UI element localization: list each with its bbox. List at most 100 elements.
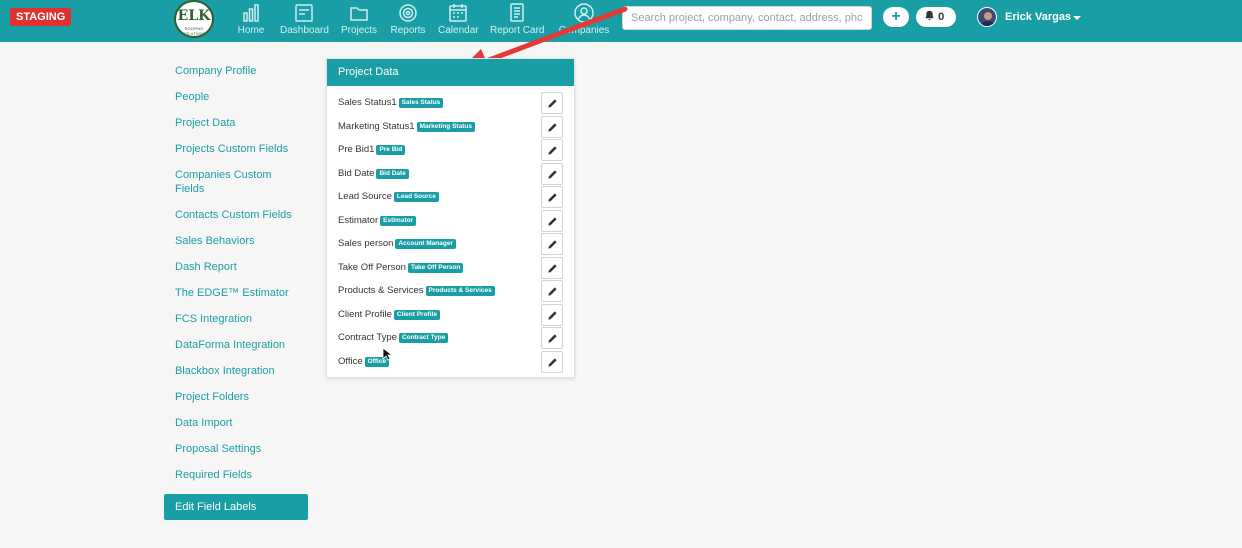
field-label: Products & Services Products & Services bbox=[338, 285, 495, 296]
avatar[interactable] bbox=[977, 7, 997, 27]
pencil-icon bbox=[548, 240, 557, 249]
field-original-badge: Sales Status bbox=[398, 98, 444, 108]
edit-button[interactable] bbox=[541, 327, 563, 349]
edit-button[interactable] bbox=[541, 162, 563, 185]
field-label-text: Client Profile bbox=[338, 308, 392, 320]
field-label-row: Sales Status1 Sales Status bbox=[327, 91, 574, 115]
nav-label: Home bbox=[237, 25, 265, 36]
staging-badge: STAGING bbox=[10, 8, 72, 26]
field-label-text: Sales Status1 bbox=[338, 97, 397, 108]
dashboard-icon bbox=[295, 4, 313, 22]
bar-chart-icon bbox=[243, 4, 259, 22]
pencil-icon bbox=[548, 193, 557, 202]
edit-button[interactable] bbox=[541, 209, 563, 232]
edit-button[interactable] bbox=[541, 350, 563, 373]
field-label: Client Profile Client Profile bbox=[338, 309, 440, 320]
field-original-badge: Account Manager bbox=[395, 239, 456, 249]
field-original-badge: Take Off Person bbox=[407, 262, 464, 273]
edit-button[interactable] bbox=[541, 280, 563, 302]
field-label-row: Pre Bid1 Pre Bid bbox=[327, 138, 574, 162]
sidebar-item-edit-field-labels[interactable]: Edit Field Labels bbox=[164, 494, 308, 520]
nav-home[interactable]: Home bbox=[236, 0, 266, 42]
add-button[interactable]: + bbox=[883, 7, 909, 27]
pencil-icon bbox=[548, 310, 557, 320]
project-data-panel: Project Data Sales Status1 Sales Status Ma… bbox=[326, 58, 575, 378]
sidebar-item-blackbox-integration[interactable]: Blackbox Integration bbox=[164, 358, 308, 384]
field-label-row: Take Off Person Take Off Person bbox=[327, 256, 574, 280]
field-label-row: Bid Date Bid Date bbox=[327, 162, 574, 186]
field-label: Lead Source Lead Source bbox=[338, 191, 439, 202]
bell-icon bbox=[925, 10, 934, 21]
sidebar-item-fcs-integration[interactable]: FCS Integration bbox=[164, 306, 308, 332]
sidebar-item-project-folders[interactable]: Project Folders bbox=[164, 384, 308, 410]
pencil-icon bbox=[548, 263, 557, 273]
field-label-text: Estimator bbox=[338, 214, 379, 226]
sidebar-item-dataforma-integration[interactable]: DataForma Integration bbox=[164, 332, 308, 358]
edit-button[interactable] bbox=[541, 256, 563, 279]
sidebar-item-data-import[interactable]: Data Import bbox=[164, 410, 308, 436]
nav-projects[interactable]: Projects bbox=[340, 0, 378, 42]
sidebar-item-sales-behaviors[interactable]: Sales Behaviors bbox=[164, 228, 308, 254]
field-label-row: Client Profile Client Profile bbox=[327, 303, 574, 327]
settings-sidebar: Company Profile People Project Data Proj… bbox=[164, 58, 308, 520]
mouse-cursor-icon bbox=[382, 347, 392, 361]
field-label: Sales person Account Manager bbox=[338, 238, 456, 249]
sidebar-item-required-fields[interactable]: Required Fields bbox=[164, 462, 308, 488]
sidebar-item-people[interactable]: People bbox=[164, 84, 308, 110]
field-label-row: Lead Source Lead Source bbox=[327, 185, 574, 209]
field-label-text: Lead Source bbox=[338, 191, 392, 202]
nav-reports[interactable]: Reports bbox=[390, 0, 426, 42]
field-label-text: Pre Bid1 bbox=[338, 144, 375, 155]
chevron-down-icon[interactable] bbox=[1073, 16, 1081, 20]
user-name[interactable]: Erick Vargas bbox=[1005, 11, 1071, 23]
sidebar-item-companies-custom-fields[interactable]: Companies Custom Fields bbox=[164, 162, 284, 202]
field-label: Bid Date Bid Date bbox=[338, 168, 409, 179]
edit-button[interactable] bbox=[541, 233, 563, 255]
pencil-icon bbox=[548, 146, 557, 155]
edit-button[interactable] bbox=[541, 186, 563, 208]
field-label-row: Sales person Account Manager bbox=[327, 232, 574, 256]
company-logo[interactable]: ELK ROOFING SOLUTIONS bbox=[174, 0, 214, 38]
search-input[interactable]: Search project, company, contact, addres… bbox=[622, 6, 872, 30]
sidebar-item-projects-custom-fields[interactable]: Projects Custom Fields bbox=[164, 136, 308, 162]
sidebar-item-edge-estimator[interactable]: The EDGE™ Estimator bbox=[164, 280, 308, 306]
field-label: Take Off Person Take Off Person bbox=[338, 262, 464, 273]
field-label-row: Office Office bbox=[327, 350, 574, 374]
edit-button[interactable] bbox=[541, 115, 563, 138]
sidebar-item-dash-report[interactable]: Dash Report bbox=[164, 254, 308, 280]
sidebar-item-company-profile[interactable]: Company Profile bbox=[164, 58, 308, 84]
field-original-badge: Lead Source bbox=[393, 192, 439, 202]
pencil-icon bbox=[548, 169, 557, 179]
nav-label: Projects bbox=[340, 25, 378, 36]
sidebar-item-proposal-settings[interactable]: Proposal Settings bbox=[164, 436, 308, 462]
target-icon bbox=[399, 4, 417, 22]
field-original-badge: Contract Type bbox=[398, 333, 449, 343]
field-label: Marketing Status1 Marketing Status bbox=[338, 121, 475, 132]
field-label-text: Products & Services bbox=[338, 285, 424, 296]
nav-label: Reports bbox=[390, 25, 426, 36]
pencil-icon bbox=[548, 122, 557, 132]
field-label-row: Contract Type Contract Type bbox=[327, 326, 574, 350]
notification-count: 0 bbox=[938, 11, 945, 23]
logo-subtext: ROOFING SOLUTIONS bbox=[182, 26, 206, 36]
edit-button[interactable] bbox=[541, 92, 563, 114]
pencil-icon bbox=[548, 216, 557, 226]
field-label: Pre Bid1 Pre Bid bbox=[338, 144, 406, 155]
notifications-button[interactable]: 0 bbox=[916, 7, 956, 27]
field-original-badge: Products & Services bbox=[425, 286, 495, 296]
field-label-text: Office bbox=[338, 355, 363, 367]
field-label-row: Products & Services Products & Services bbox=[327, 279, 574, 303]
nav-dashboard[interactable]: Dashboard bbox=[280, 0, 329, 42]
edit-button[interactable] bbox=[541, 303, 563, 326]
folder-icon bbox=[350, 7, 368, 21]
field-label-text: Bid Date bbox=[338, 167, 375, 179]
sidebar-item-project-data[interactable]: Project Data bbox=[164, 110, 308, 136]
field-original-badge: Client Profile bbox=[393, 309, 440, 320]
field-label-row: Estimator Estimator bbox=[327, 209, 574, 233]
field-original-badge: Marketing Status bbox=[416, 121, 475, 132]
field-label-text: Contract Type bbox=[338, 332, 397, 343]
edit-button[interactable] bbox=[541, 139, 563, 161]
field-label-row: Marketing Status1 Marketing Status bbox=[327, 115, 574, 139]
sidebar-item-contacts-custom-fields[interactable]: Contacts Custom Fields bbox=[164, 202, 308, 228]
pencil-icon bbox=[548, 334, 557, 343]
